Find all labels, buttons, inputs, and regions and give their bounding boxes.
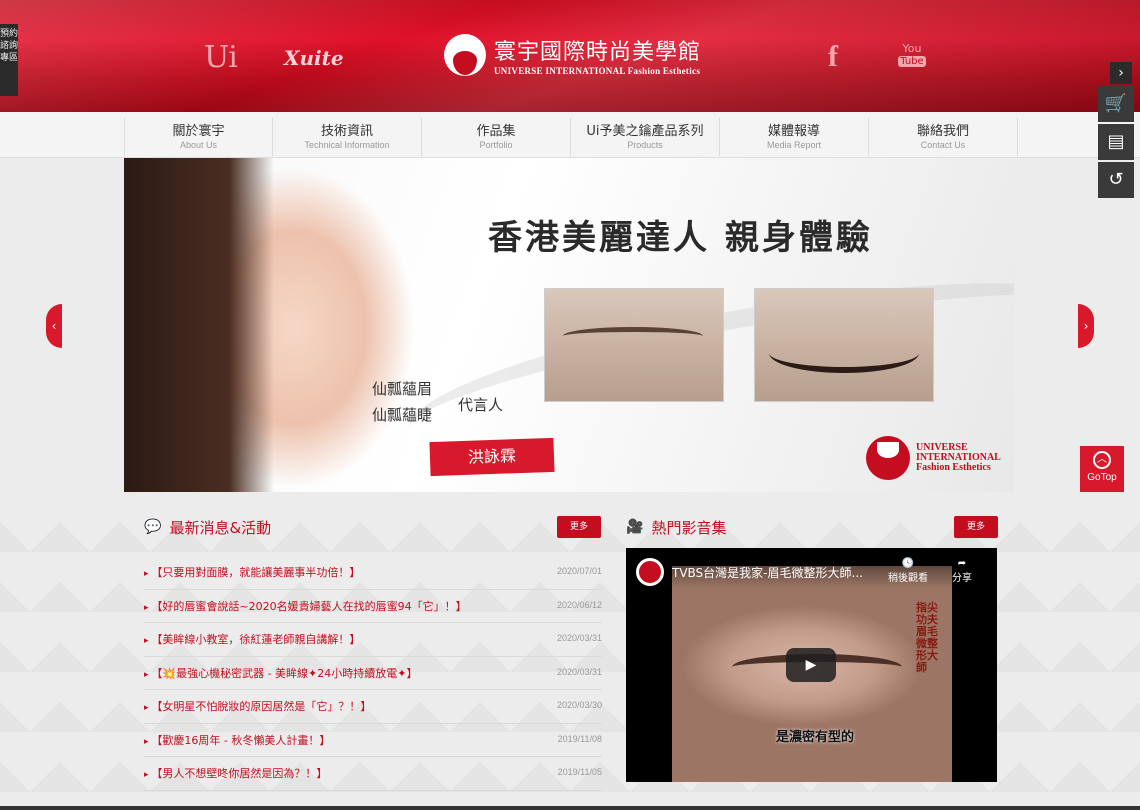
tagline-line2: 仙瓢蘊睫: [372, 406, 433, 424]
youtube-icon[interactable]: You Tube: [898, 42, 926, 67]
spokesperson-name: 洪詠霖: [429, 437, 555, 477]
nav-label: Ui予美之鑰產品系列: [586, 124, 704, 139]
news-item-title[interactable]: 【好的唇蜜會說話~2020名媛貴婦藝人在找的唇蜜94「它」！】: [144, 598, 466, 623]
news-item[interactable]: 【歡慶16周年 - 秋冬懶美人計畫！】 2019/11/08: [144, 724, 602, 757]
video-title[interactable]: TVBS台灣是我家-眉毛微整形大師...: [672, 564, 882, 581]
brand-name-cn: 寰宇國際時尚美學館: [494, 40, 702, 65]
clock-icon: 🕓: [901, 558, 915, 569]
video-overlay-text: 指尖功夫 眉毛微整形大師: [916, 601, 938, 674]
carousel-next-button[interactable]: ›: [1078, 304, 1094, 348]
banner-headline: 香港美麗達人 親身體驗: [488, 218, 873, 258]
brand-mark-icon: [444, 34, 486, 76]
youtube-tube-text: Tube: [898, 56, 926, 67]
news-item-title[interactable]: 【💥最強心機秘密武器 - 美眸線✦24小時持續放電✦】: [144, 665, 417, 690]
news-more-button[interactable]: 更多: [557, 516, 601, 538]
chevron-up-icon: ︿: [1093, 451, 1111, 469]
booking-consult-tab[interactable]: 預約諮詢專區: [0, 24, 18, 96]
side-toolbar: › 🛒 ▤ ↺: [1098, 62, 1140, 198]
nav-label: 作品集: [476, 124, 516, 139]
news-item-title[interactable]: 【女明星不怕脫妝的原因居然是「它」？！】: [144, 698, 371, 723]
nav-item-about[interactable]: 關於寰宇 About Us: [124, 118, 273, 156]
news-item-title[interactable]: 【歡慶16周年 - 秋冬懶美人計畫！】: [144, 732, 330, 757]
nav-sublabel: About Us: [179, 140, 218, 150]
news-item-title[interactable]: 【只要用對面膜，就能讓美麗事半功倍！】: [144, 564, 360, 589]
brand-logo[interactable]: 寰宇國際時尚美學館 UNIVERSE INTERNATIONAL Fashion…: [444, 34, 701, 76]
news-title: 最新消息&活動: [169, 518, 272, 537]
tagline-line1: 仙瓢蘊眉: [372, 380, 433, 398]
banner-brand-logo: UNIVERSE INTERNATIONAL Fashion Esthetics: [866, 436, 1001, 480]
news-item-date: 2020/03/30: [556, 700, 602, 710]
channel-avatar[interactable]: [636, 558, 664, 586]
site-header: Ui Xuite 寰宇國際時尚美學館 UNIVERSE INTERNATIONA…: [0, 0, 1140, 112]
chevron-right-icon[interactable]: ›: [1110, 62, 1132, 84]
watch-later-button[interactable]: 🕓 稍後觀看: [888, 558, 928, 584]
banner-tagline: 仙瓢蘊眉 仙瓢蘊睫: [372, 376, 432, 428]
history-icon[interactable]: ↺: [1098, 162, 1134, 198]
video-camera-icon: 🎥: [626, 519, 644, 535]
brand-mark-icon: [866, 436, 910, 480]
facebook-icon[interactable]: f: [828, 40, 838, 74]
gotop-button[interactable]: ︿ GoTop: [1080, 446, 1124, 496]
nav-item-technical[interactable]: 技術資訊 Technical Information: [273, 118, 422, 156]
news-item-date: 2020/07/01: [556, 566, 602, 576]
nav-item-contact[interactable]: 聯絡我們 Contact Us: [869, 118, 1018, 156]
hero-banner[interactable]: 香港美麗達人 親身體驗 仙瓢蘊眉 仙瓢蘊睫 代言人 洪詠霖 UNIVERSE I…: [124, 158, 1014, 492]
video-section-title: 熱門影音集: [651, 518, 727, 537]
news-item-date: 2019/11/08: [557, 733, 602, 744]
news-item[interactable]: 【只要用對面膜，就能讓美麗事半功倍！】 2020/07/01: [144, 556, 602, 590]
news-item[interactable]: 【美眸線小教室，徐紅蓮老師親自講解！】 2020/03/31: [144, 623, 602, 657]
xuite-logo-link[interactable]: Xuite: [284, 46, 344, 70]
nav-sublabel: Media Report: [766, 140, 822, 150]
nav-sublabel: Contact Us: [920, 140, 966, 150]
ui-logo-link[interactable]: Ui: [204, 40, 238, 75]
news-item[interactable]: 【男人不想壁咚你居然是因為？！】 2019/11/05: [144, 757, 602, 791]
share-button[interactable]: ➦ 分享: [952, 558, 972, 584]
gotop-label: GoTop: [1087, 472, 1117, 483]
youtube-player[interactable]: TVBS台灣是我家-眉毛微整形大師... 🕓 稍後觀看 ➦ 分享 指尖功夫 眉毛…: [626, 548, 997, 782]
play-icon[interactable]: ▶: [786, 648, 836, 682]
youtube-you-text: You: [902, 42, 922, 55]
share-icon: ➦: [957, 558, 967, 569]
carousel-prev-button[interactable]: ‹: [46, 304, 62, 348]
nav-sublabel: Technical Information: [304, 140, 390, 150]
banner-logo-line3: Fashion Esthetics: [916, 462, 991, 473]
nav-sublabel: Portfolio: [479, 140, 513, 150]
nav-item-media[interactable]: 媒體報導 Media Report: [720, 118, 869, 156]
nav-label: 技術資訊: [320, 124, 373, 139]
eyebrow-photo: [544, 288, 724, 402]
watch-later-label: 稍後觀看: [888, 573, 928, 584]
nav-item-portfolio[interactable]: 作品集 Portfolio: [422, 118, 571, 156]
brand-name-en: UNIVERSE INTERNATIONAL Fashion Esthetics: [494, 66, 701, 76]
footer-bar: [0, 806, 1140, 810]
nav-label: 聯絡我們: [916, 124, 969, 139]
cart-icon[interactable]: 🛒: [1098, 86, 1134, 122]
spokesperson-label: 代言人: [458, 396, 504, 414]
news-panel: 💬 最新消息&活動 更多 【只要用對面膜，就能讓美麗事半功倍！】 2020/07/…: [144, 514, 602, 791]
news-item-date: 2020/03/31: [556, 633, 602, 643]
nav-item-products[interactable]: Ui予美之鑰產品系列 Products: [571, 118, 720, 156]
nav-sublabel: Products: [627, 140, 663, 150]
eyelash-photo: [754, 288, 934, 402]
news-item-date: 2020/06/12: [556, 599, 602, 610]
chat-bubble-icon: 💬: [144, 519, 162, 535]
news-item-date: 2019/11/05: [557, 767, 602, 777]
news-item[interactable]: 【女明星不怕脫妝的原因居然是「它」？！】 2020/03/30: [144, 690, 602, 724]
video-panel: 🎥 熱門影音集 更多 TVBS台灣是我家-眉毛微整形大師... 🕓 稍後觀看 ➦…: [626, 514, 998, 782]
news-item[interactable]: 【好的唇蜜會說話~2020名媛貴婦藝人在找的唇蜜94「它」！】 2020/06/1…: [144, 590, 602, 623]
news-item[interactable]: 【💥最強心機秘密武器 - 美眸線✦24小時持續放電✦】 2020/03/31: [144, 657, 602, 690]
video-caption: 是濃密有型的: [776, 730, 855, 745]
nav-label: 媒體報導: [767, 124, 820, 139]
document-icon[interactable]: ▤: [1098, 124, 1134, 160]
nav-label: 關於寰宇: [172, 124, 225, 139]
news-item-date: 2020/03/31: [556, 666, 602, 677]
share-label: 分享: [952, 573, 972, 584]
news-item-title[interactable]: 【男人不想壁咚你居然是因為？！】: [144, 765, 327, 790]
video-more-button[interactable]: 更多: [954, 516, 998, 538]
model-hair: [124, 158, 274, 492]
news-item-title[interactable]: 【美眸線小教室，徐紅蓮老師親自講解！】: [144, 631, 360, 656]
main-nav: 關於寰宇 About Us 技術資訊 Technical Information 作…: [0, 112, 1140, 158]
